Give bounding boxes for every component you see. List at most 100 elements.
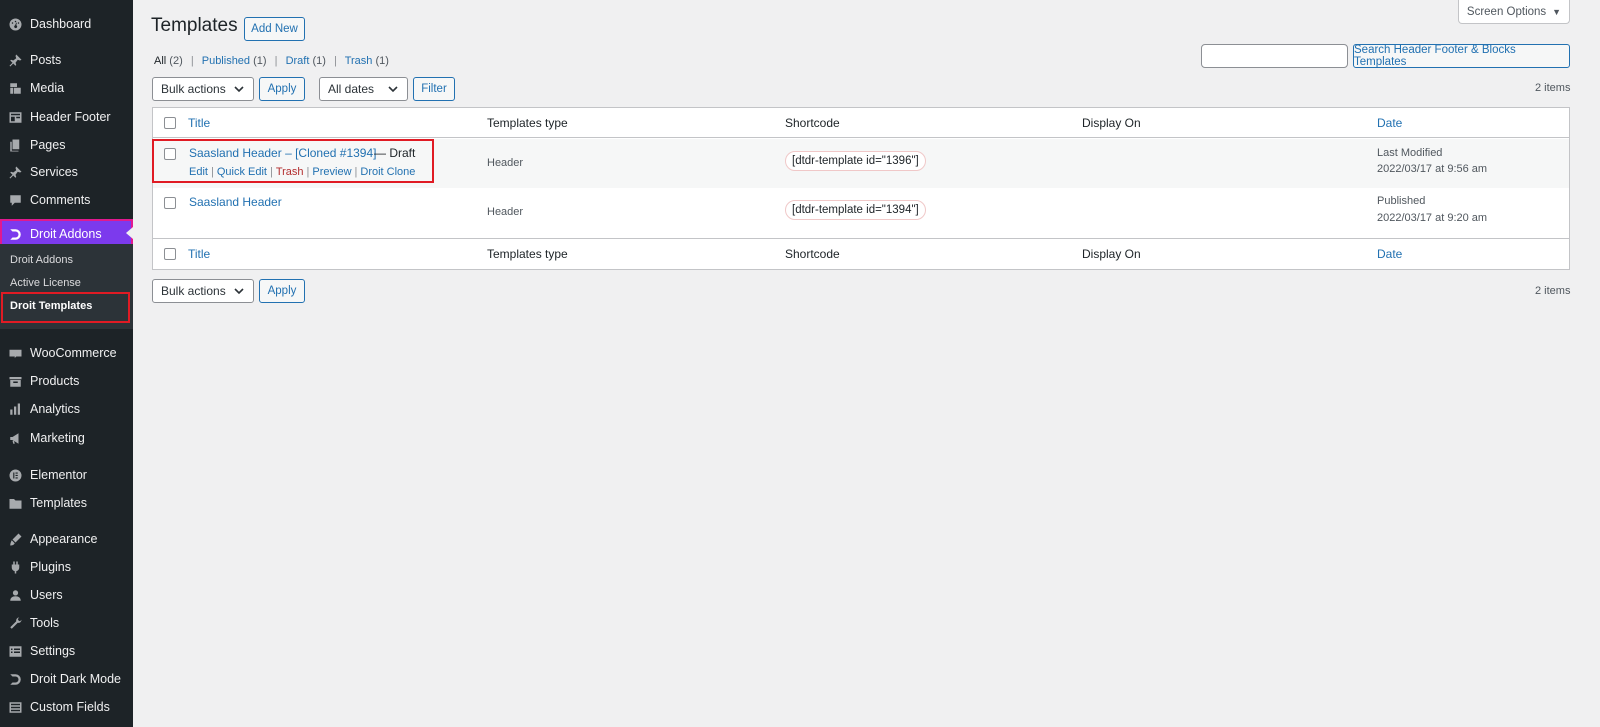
settings-icon	[7, 643, 23, 659]
filter-button[interactable]: Filter	[413, 77, 455, 101]
view-all-link[interactable]: All	[154, 55, 166, 67]
date-value: 2022/03/17 at 9:56 am	[1377, 163, 1488, 175]
select-all-checkbox[interactable]	[164, 117, 176, 129]
droit-logo-icon	[7, 226, 23, 242]
screen-options-label: Screen Options	[1466, 5, 1547, 18]
pin-icon	[7, 52, 23, 68]
woo-icon	[7, 345, 23, 361]
sidebar-item-label: Droit Dark Mode	[30, 672, 121, 686]
template-type: Header	[487, 157, 524, 169]
screen-options-button[interactable]: Screen Options ▼	[1458, 0, 1570, 24]
annotation-highlight-box	[152, 139, 434, 183]
admin-sidebar: Dashboard Posts Media Header Footer Page…	[0, 0, 133, 727]
sidebar-item-label: Users	[30, 588, 63, 602]
sidebar-item-label: Posts	[30, 53, 62, 67]
column-title-header[interactable]: Title	[188, 116, 210, 130]
sidebar-item-services[interactable]: Services	[0, 158, 133, 186]
column-title-header[interactable]: Title	[188, 247, 210, 261]
column-display-on-header: Display On	[1082, 116, 1141, 130]
sidebar-item-elementor[interactable]: Elementor	[0, 461, 133, 489]
annotation-highlight-box	[1, 292, 130, 323]
column-display-on-header: Display On	[1082, 247, 1141, 261]
sidebar-item-label: Droit Addons	[30, 227, 102, 241]
sidebar-item-users[interactable]: Users	[0, 581, 133, 609]
sidebar-item-custom-fields[interactable]: Custom Fields	[0, 693, 133, 721]
sidebar-item-label: Header Footer	[30, 110, 111, 124]
sidebar-item-dashboard[interactable]: Dashboard	[0, 10, 133, 38]
megaphone-icon	[7, 430, 23, 446]
submenu-item-droit-addons[interactable]: Droit Addons	[0, 249, 133, 271]
templates-table: Title Templates type Shortcode Display O…	[152, 107, 1570, 270]
sidebar-item-label: Plugins	[30, 560, 71, 574]
bulk-actions-value: Bulk actions	[161, 284, 226, 298]
wrench-icon	[7, 615, 23, 631]
row-title-link[interactable]: Saasland Header	[189, 195, 282, 209]
sidebar-item-templates[interactable]: Templates	[0, 489, 133, 517]
date-filter-select[interactable]: All dates	[319, 77, 408, 101]
user-icon	[7, 587, 23, 603]
sidebar-item-label: Media	[30, 81, 65, 95]
shortcode-text[interactable]: [dtdr-template id="1394"]	[785, 200, 926, 220]
column-date-header[interactable]: Date	[1377, 247, 1402, 261]
media-icon	[7, 80, 23, 96]
date-filter-value: All dates	[328, 82, 375, 96]
submenu-item-active-license[interactable]: Active License	[0, 272, 133, 294]
folder-icon	[7, 495, 23, 511]
apply-button-bottom[interactable]: Apply	[259, 279, 305, 303]
row-checkbox[interactable]	[164, 197, 176, 209]
bulk-actions-value: Bulk actions	[161, 82, 226, 96]
page-title: Templates	[151, 15, 238, 36]
view-draft-link[interactable]: Draft	[286, 55, 310, 67]
table-footer-row: Title Templates type Shortcode Display O…	[153, 238, 1569, 269]
sidebar-item-label: Products	[30, 374, 80, 388]
items-count-bottom: 2 items	[1535, 285, 1571, 297]
table-row: Saasland Header Header [dtdr-template id…	[153, 188, 1569, 237]
add-new-button[interactable]: Add New	[244, 17, 305, 41]
chevron-down-icon	[234, 86, 244, 93]
view-trash-link[interactable]: Trash	[345, 55, 373, 67]
comment-icon	[7, 192, 23, 208]
sidebar-item-marketing[interactable]: Marketing	[0, 424, 133, 452]
plugin-icon	[7, 559, 23, 575]
select-all-checkbox[interactable]	[164, 248, 176, 260]
elementor-icon	[7, 467, 23, 483]
column-shortcode-header: Shortcode	[785, 247, 840, 261]
separator: |	[190, 55, 194, 67]
bulk-actions-select-bottom[interactable]: Bulk actions	[152, 279, 254, 303]
sidebar-item-header-footer[interactable]: Header Footer	[0, 103, 133, 131]
bulk-actions-select[interactable]: Bulk actions	[152, 77, 254, 101]
page-scrollbar[interactable]	[1588, 0, 1600, 727]
table-header-row: Title Templates type Shortcode Display O…	[153, 108, 1569, 138]
view-trash-count: (1)	[375, 55, 389, 67]
sidebar-item-plugins[interactable]: Plugins	[0, 553, 133, 581]
column-date-header[interactable]: Date	[1377, 116, 1402, 130]
sidebar-item-appearance[interactable]: Appearance	[0, 525, 133, 553]
shortcode-text[interactable]: [dtdr-template id="1396"]	[785, 151, 926, 171]
pages-icon	[7, 137, 23, 153]
sidebar-item-products[interactable]: Products	[0, 367, 133, 395]
fields-icon	[7, 699, 23, 715]
droit-logo-icon	[7, 671, 23, 687]
sidebar-item-droit-dark-mode[interactable]: Droit Dark Mode	[0, 665, 133, 693]
sidebar-item-tools[interactable]: Tools	[0, 609, 133, 637]
sidebar-item-pages[interactable]: Pages	[0, 131, 133, 159]
sidebar-item-woocommerce[interactable]: WooCommerce	[0, 339, 133, 367]
sidebar-item-media[interactable]: Media	[0, 74, 133, 102]
sidebar-item-posts[interactable]: Posts	[0, 46, 133, 74]
layout-icon	[7, 109, 23, 125]
date-status: Last Modified	[1377, 147, 1443, 159]
column-type-header: Templates type	[487, 116, 568, 130]
view-published-link[interactable]: Published	[202, 55, 250, 67]
apply-button[interactable]: Apply	[259, 77, 305, 101]
search-templates-button[interactable]: Search Header Footer & Blocks Templates	[1353, 44, 1570, 68]
pin-icon	[7, 164, 23, 180]
sidebar-item-comments[interactable]: Comments	[0, 186, 133, 214]
sidebar-item-label: WooCommerce	[30, 346, 117, 360]
view-all-count: (2)	[169, 55, 183, 67]
sidebar-item-label: Dashboard	[30, 17, 92, 31]
search-input[interactable]	[1201, 44, 1348, 68]
sidebar-item-analytics[interactable]: Analytics	[0, 395, 133, 423]
sidebar-item-label: Tools	[30, 616, 60, 630]
sidebar-item-settings[interactable]: Settings	[0, 637, 133, 665]
sidebar-item-label: Analytics	[30, 402, 81, 416]
